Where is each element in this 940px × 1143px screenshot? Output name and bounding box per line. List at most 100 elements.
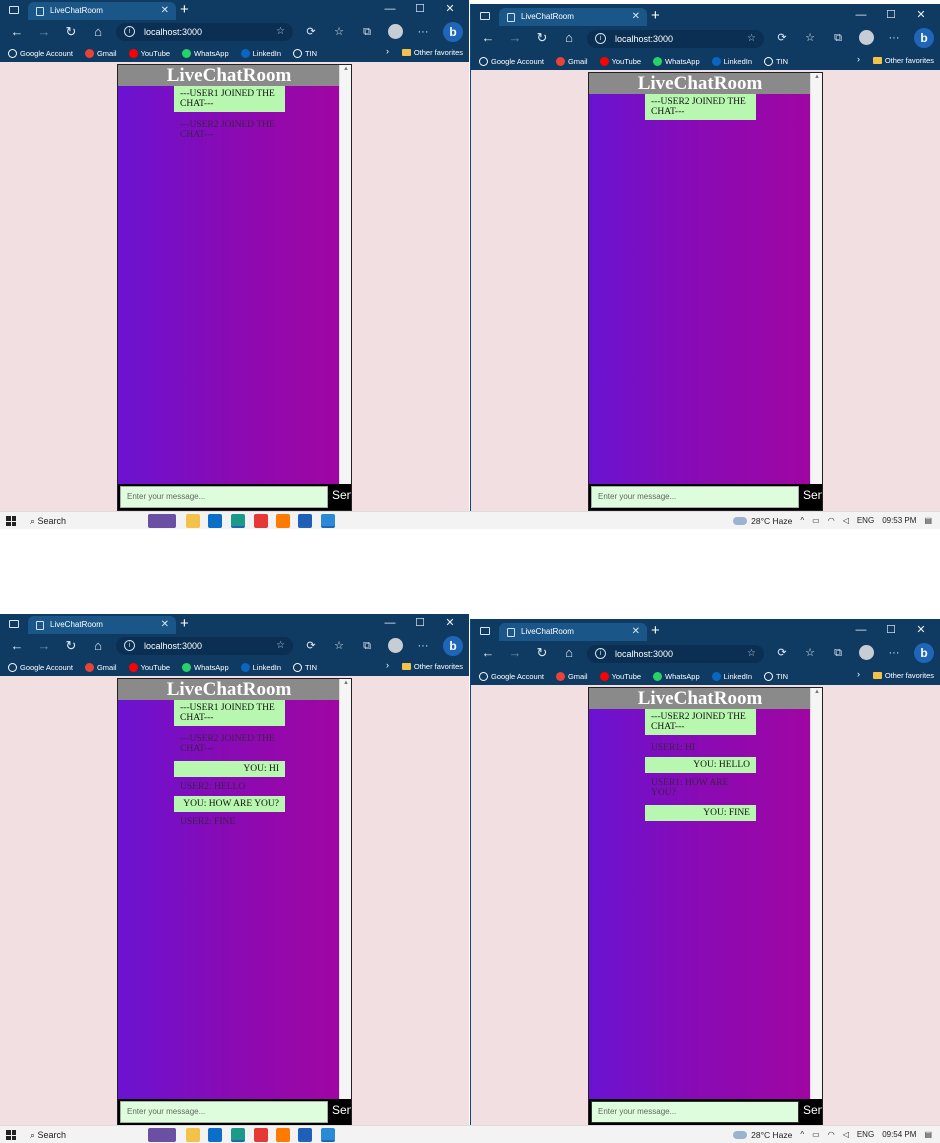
favorite-star-icon[interactable]: ☆ [276, 637, 285, 655]
favorite-star-icon[interactable]: ☆ [747, 645, 756, 663]
tab-actions-icon[interactable] [480, 627, 490, 635]
more-menu-icon[interactable]: ··· [885, 644, 903, 662]
back-button[interactable]: ← [479, 29, 497, 47]
favorite-link[interactable]: Gmail [84, 662, 117, 672]
site-info-icon[interactable]: i [595, 648, 606, 659]
notification-icon[interactable]: ▤ [924, 514, 932, 528]
extensions-icon[interactable]: ⟳ [302, 23, 320, 41]
taskbar-search[interactable]: ⌕ Search [30, 1128, 66, 1142]
favorite-link[interactable]: Gmail [555, 671, 588, 681]
close-tab-icon[interactable]: ✕ [632, 623, 640, 641]
back-button[interactable]: ← [8, 23, 26, 41]
extensions-icon[interactable]: ⟳ [773, 644, 791, 662]
new-tab-button[interactable]: + [651, 621, 660, 641]
favorite-link[interactable]: WhatsApp [182, 48, 229, 58]
favorite-link[interactable]: Google Account [8, 48, 73, 58]
profile-avatar[interactable] [859, 645, 874, 660]
chevron-right-icon[interactable]: › [386, 46, 389, 56]
widget-icon[interactable] [148, 514, 176, 528]
scroll-up-icon[interactable]: ▲ [343, 66, 349, 72]
home-button[interactable]: ⌂ [560, 644, 578, 662]
new-tab-button[interactable]: + [651, 6, 660, 26]
favorite-link[interactable]: WhatsApp [653, 56, 700, 66]
taskbar-search[interactable]: ⌕ Search [30, 514, 66, 528]
vscode-icon[interactable] [321, 514, 335, 528]
favorite-link[interactable]: Gmail [555, 56, 588, 66]
tray-overflow-icon[interactable]: ^ [800, 1128, 804, 1142]
battery-icon[interactable]: ▭ [812, 1128, 820, 1142]
close-tab-icon[interactable]: ✕ [632, 8, 640, 26]
notification-icon[interactable]: ▤ [924, 1128, 932, 1142]
favorite-link[interactable]: TIN [764, 56, 788, 66]
edge-icon[interactable] [231, 514, 245, 528]
file-explorer-icon[interactable] [186, 1128, 200, 1142]
word-icon[interactable] [298, 1128, 312, 1142]
maximize-button[interactable]: ☐ [876, 4, 906, 26]
other-favorites-folder[interactable]: Other favorites [401, 48, 463, 57]
new-tab-button[interactable]: + [180, 0, 189, 20]
chevron-right-icon[interactable]: › [857, 669, 860, 679]
other-favorites-folder[interactable]: Other favorites [401, 662, 463, 671]
favorite-link[interactable]: Gmail [84, 48, 117, 58]
scroll-up-icon[interactable]: ▲ [814, 74, 820, 80]
bing-chat-icon[interactable]: b [443, 636, 463, 656]
collections-icon[interactable]: ⧉ [358, 23, 376, 41]
wifi-icon[interactable]: ◠ [828, 1128, 835, 1142]
favorite-link[interactable]: LinkedIn [711, 56, 752, 66]
windows-start-icon[interactable] [6, 1130, 16, 1140]
favorite-link[interactable]: WhatsApp [182, 662, 229, 672]
send-button[interactable]: Send [803, 488, 822, 502]
language-indicator[interactable]: ENG [857, 1128, 874, 1142]
favorites-icon[interactable]: ☆ [330, 23, 348, 41]
mail-icon[interactable] [208, 514, 222, 528]
clock[interactable]: 09:53 PM [882, 514, 916, 528]
favorite-link[interactable]: LinkedIn [711, 671, 752, 681]
favorites-icon[interactable]: ☆ [801, 644, 819, 662]
favorite-link[interactable]: YouTube [128, 662, 170, 672]
minimize-button[interactable]: — [375, 0, 405, 18]
edge-icon[interactable] [231, 1128, 245, 1142]
send-button[interactable]: Send [332, 488, 351, 502]
favorite-link[interactable]: YouTube [128, 48, 170, 58]
site-info-icon[interactable]: i [124, 26, 135, 37]
favorite-link[interactable]: LinkedIn [240, 48, 281, 58]
bing-chat-icon[interactable]: b [914, 28, 934, 48]
language-indicator[interactable]: ENG [857, 514, 874, 528]
scrollbar[interactable]: ▲ [339, 65, 351, 484]
favorite-link[interactable]: LinkedIn [240, 662, 281, 672]
favorite-link[interactable]: YouTube [599, 56, 641, 66]
firefox-icon[interactable] [276, 514, 290, 528]
chevron-right-icon[interactable]: › [857, 54, 860, 64]
close-window-button[interactable]: ✕ [906, 619, 936, 641]
tab-actions-icon[interactable] [480, 12, 490, 20]
forward-button[interactable]: → [506, 29, 524, 47]
clock[interactable]: 09:54 PM [882, 1128, 916, 1142]
home-button[interactable]: ⌂ [89, 637, 107, 655]
weather-widget[interactable]: 28°C Haze [733, 1128, 792, 1142]
battery-icon[interactable]: ▭ [812, 514, 820, 528]
volume-icon[interactable]: ◁ [843, 514, 849, 528]
maximize-button[interactable]: ☐ [876, 619, 906, 641]
close-window-button[interactable]: ✕ [435, 0, 465, 18]
favorite-link[interactable]: YouTube [599, 671, 641, 681]
collections-icon[interactable]: ⧉ [829, 29, 847, 47]
scroll-up-icon[interactable]: ▲ [814, 689, 820, 695]
site-info-icon[interactable]: i [124, 640, 135, 651]
close-tab-icon[interactable]: ✕ [161, 616, 169, 634]
collections-icon[interactable]: ⧉ [829, 644, 847, 662]
minimize-button[interactable]: — [375, 614, 405, 632]
profile-avatar[interactable] [859, 30, 874, 45]
back-button[interactable]: ← [8, 637, 26, 655]
close-tab-icon[interactable]: ✕ [161, 2, 169, 20]
collections-icon[interactable]: ⧉ [358, 637, 376, 655]
favorite-link[interactable]: TIN [293, 48, 317, 58]
youtube-app-icon[interactable] [254, 1128, 268, 1142]
refresh-button[interactable]: ↻ [533, 644, 551, 662]
youtube-app-icon[interactable] [254, 514, 268, 528]
windows-start-icon[interactable] [6, 516, 16, 526]
back-button[interactable]: ← [479, 644, 497, 662]
site-info-icon[interactable]: i [595, 33, 606, 44]
vscode-icon[interactable] [321, 1128, 335, 1142]
extensions-icon[interactable]: ⟳ [302, 637, 320, 655]
favorites-icon[interactable]: ☆ [330, 637, 348, 655]
